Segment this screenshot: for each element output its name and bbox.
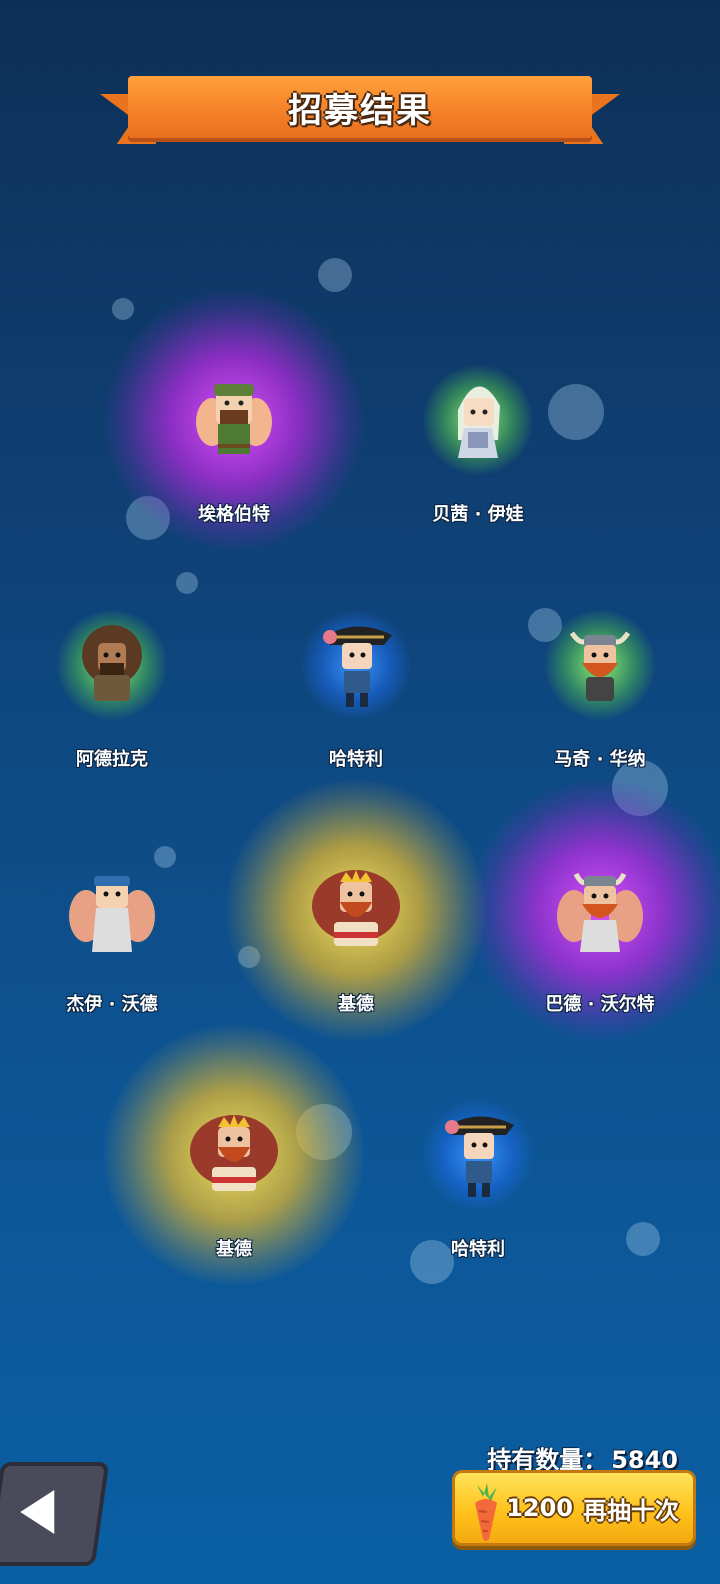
hero-egbert-icon [196,384,272,454]
hero-name: 贝茜 · 伊娃 [432,504,524,525]
redraw-label: 再抽十次 [583,1496,679,1525]
title-banner: 招募结果 [100,76,620,152]
carrot-icon [475,1483,497,1541]
hero-card[interactable]: 基德 [104,1025,364,1285]
hero-jay-ward-icon [69,876,155,952]
background-bubble [318,258,352,292]
hero-name: 哈特利 [329,749,383,770]
background-bubble [626,1222,660,1256]
hero-hartley-icon [445,1116,514,1197]
hero-card[interactable]: 埃格伯特 [104,290,364,550]
hero-card[interactable]: 巴德 · 沃尔特 [470,780,720,1040]
hero-card[interactable]: 哈特利 [368,1035,588,1275]
hero-card[interactable]: 阿德拉克 [2,545,222,785]
back-arrow-icon [20,1490,55,1534]
hero-bard-walter-icon [557,872,643,952]
hero-card[interactable]: 基德 [226,780,486,1040]
hero-hartley-icon [323,626,392,707]
back-button[interactable] [0,1462,110,1566]
hero-bessie-eva-icon [458,386,500,458]
redraw-cost: 1200 [506,1494,573,1522]
banner-body: 招募结果 [128,76,592,138]
hero-adlake-icon [82,625,142,701]
hero-kidd-icon [312,870,400,946]
hero-card[interactable]: 哈特利 [246,545,466,785]
redraw-ten-button[interactable]: 1200 再抽十次 [452,1470,696,1546]
hero-name: 基德 [216,1239,252,1260]
hero-name: 马奇 · 华纳 [554,749,646,770]
hero-kidd-icon [190,1115,278,1191]
hero-name: 阿德拉克 [76,749,148,770]
hero-card[interactable]: 贝茜 · 伊娃 [368,300,588,540]
hero-marky-warner-icon [569,631,631,701]
hero-name: 基德 [338,994,374,1015]
hero-name: 哈特利 [451,1239,505,1260]
hero-name: 巴德 · 沃尔特 [545,994,655,1015]
hero-card[interactable]: 杰伊 · 沃德 [2,790,222,1030]
hero-name: 杰伊 · 沃德 [66,994,158,1015]
page-title: 招募结果 [288,90,432,131]
hero-card[interactable]: 马奇 · 华纳 [490,545,710,785]
hero-name: 埃格伯特 [198,504,270,525]
